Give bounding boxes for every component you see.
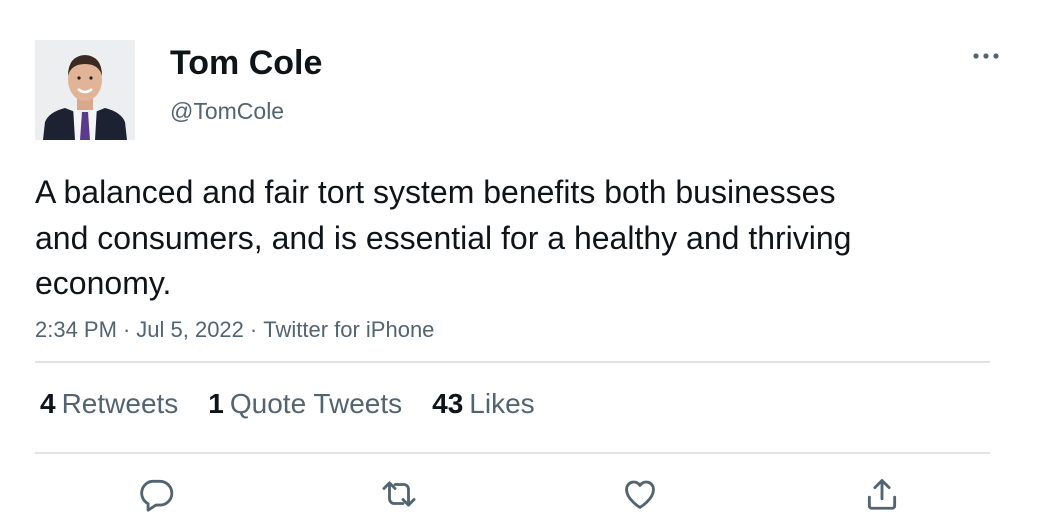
divider bbox=[35, 361, 990, 363]
tweet-time[interactable]: 2:34 PM bbox=[35, 317, 117, 342]
meta-separator: · bbox=[122, 317, 131, 342]
share-icon bbox=[867, 479, 897, 510]
author-handle[interactable]: @TomCole bbox=[170, 96, 284, 126]
quote-tweets-count: 1 bbox=[208, 388, 224, 419]
meta-separator: · bbox=[249, 317, 258, 342]
retweets-label: Retweets bbox=[61, 388, 179, 419]
tweet-meta: 2:34 PM · Jul 5, 2022 · Twitter for iPhone bbox=[35, 315, 434, 345]
tweet-date[interactable]: Jul 5, 2022 bbox=[136, 317, 244, 342]
divider bbox=[35, 452, 990, 454]
avatar[interactable] bbox=[35, 40, 135, 140]
more-options-button[interactable] bbox=[962, 40, 1012, 72]
more-icon bbox=[973, 53, 999, 59]
retweets-count: 4 bbox=[40, 388, 56, 419]
tweet-stats: 4 Retweets 1 Quote Tweets 43 Likes bbox=[40, 385, 565, 423]
tweet-text: A balanced and fair tort system benefits… bbox=[35, 174, 852, 301]
likes-count: 43 bbox=[432, 388, 464, 419]
quote-tweets-label: Quote Tweets bbox=[229, 388, 403, 419]
quote-tweets-stat[interactable]: 1 Quote Tweets bbox=[208, 385, 402, 423]
tweet-source-link[interactable]: Twitter for iPhone bbox=[263, 317, 434, 342]
reply-icon bbox=[140, 479, 174, 512]
likes-stat[interactable]: 43 Likes bbox=[432, 385, 535, 423]
retweet-button[interactable] bbox=[377, 472, 421, 516]
retweets-stat[interactable]: 4 Retweets bbox=[40, 385, 178, 423]
likes-label: Likes bbox=[469, 388, 535, 419]
like-button[interactable] bbox=[618, 472, 662, 516]
retweet-icon bbox=[382, 481, 416, 507]
heart-icon bbox=[625, 480, 655, 509]
reply-button[interactable] bbox=[134, 472, 178, 516]
author-name[interactable]: Tom Cole bbox=[170, 42, 322, 84]
share-button[interactable] bbox=[860, 472, 904, 516]
tweet-card: Tom Cole @TomCole A balanced and fair to… bbox=[0, 0, 1050, 525]
